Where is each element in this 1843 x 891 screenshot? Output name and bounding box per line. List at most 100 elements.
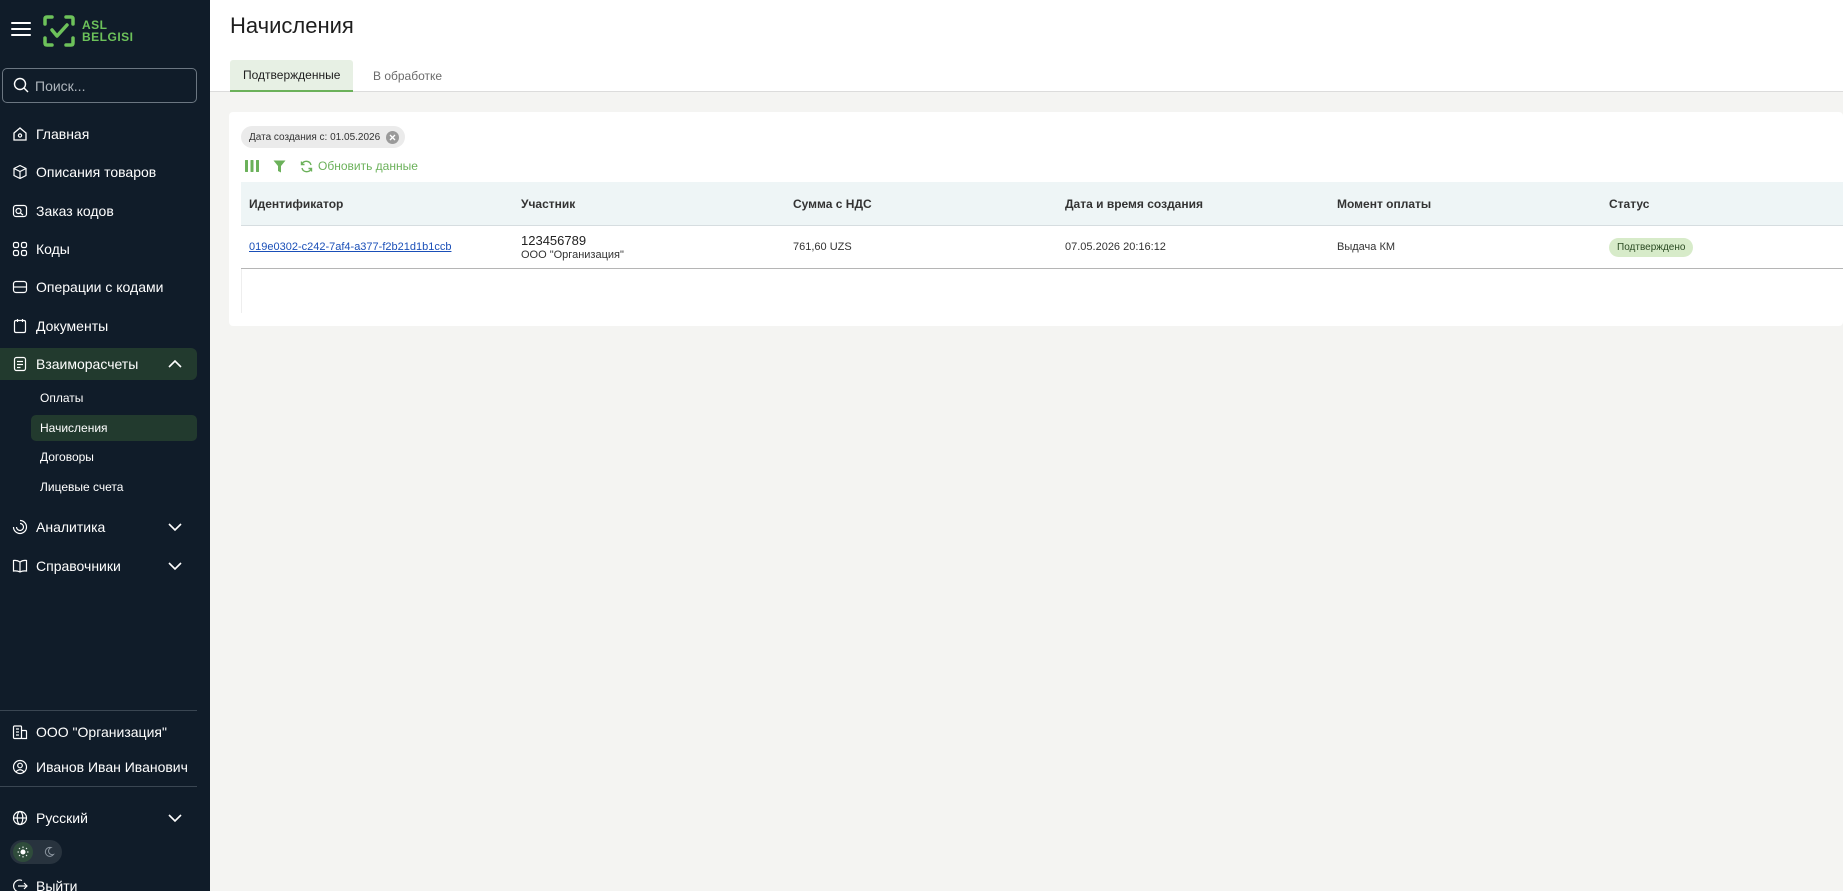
- sidebar-subitem-label: Начисления: [40, 421, 108, 435]
- sidebar-subitem-charges[interactable]: Начисления: [31, 415, 197, 441]
- organization-name: ООО "Организация": [36, 724, 167, 740]
- filter-icon: [273, 160, 286, 172]
- analytics-icon: [12, 519, 28, 535]
- tab-label: В обработке: [373, 69, 443, 83]
- tab-processing[interactable]: В обработке: [360, 60, 455, 92]
- sidebar-item-home[interactable]: Главная: [0, 118, 197, 150]
- settlements-icon: [13, 356, 27, 372]
- close-icon[interactable]: [386, 130, 400, 144]
- tab-label: Подтвержденные: [243, 68, 341, 82]
- sidebar-item-documents[interactable]: Документы: [0, 310, 197, 342]
- search-icon: [13, 77, 29, 93]
- sidebar-item-label: Документы: [36, 318, 109, 334]
- column-header[interactable]: Участник: [513, 197, 785, 211]
- charge-id-link[interactable]: 019e0302-c242-7af4-a377-f2b21d1b1ccb: [249, 241, 451, 253]
- search-box[interactable]: [2, 68, 197, 103]
- participant-inn: 123456789: [521, 233, 587, 248]
- charges-panel: Дата создания с: 01.05.2026 Обновить дан…: [229, 112, 1843, 326]
- sidebar-organization[interactable]: ООО "Организация": [0, 716, 197, 748]
- theme-toggle[interactable]: [10, 840, 62, 864]
- table-footer-space: [241, 269, 1843, 313]
- sidebar-divider: [0, 710, 197, 711]
- refresh-icon: [300, 160, 313, 172]
- user-icon: [12, 759, 28, 775]
- moon-icon[interactable]: [39, 842, 59, 862]
- cell-created: 07.05.2026 20:16:12: [1065, 241, 1166, 253]
- participant-name: ООО "Организация": [521, 249, 624, 261]
- globe-icon: [12, 810, 28, 826]
- sidebar-item-label: Заказ кодов: [36, 203, 114, 219]
- cell-payment-moment: Выдача КМ: [1337, 241, 1396, 253]
- sidebar-item-label: Аналитика: [36, 519, 106, 535]
- logo-icon: [43, 15, 75, 47]
- sidebar-item-references[interactable]: Справочники: [0, 550, 197, 582]
- filter-chip-label: Дата создания с: 01.05.2026: [249, 131, 381, 143]
- sidebar-item-label: Описания товаров: [36, 164, 157, 180]
- sidebar-subitem-label: Договоры: [40, 450, 94, 464]
- logo-text: ASL BELGISI: [82, 19, 134, 43]
- sidebar-divider: [0, 786, 197, 787]
- asl-belgisi-logo[interactable]: ASL BELGISI: [42, 14, 134, 50]
- language-selector[interactable]: Русский: [0, 802, 197, 834]
- sidebar-item-label: Коды: [36, 241, 70, 257]
- sidebar: ASL BELGISI Главная Описания товаров Зак…: [0, 0, 210, 891]
- logout-button[interactable]: Выйти: [0, 870, 197, 891]
- menu-icon[interactable]: [11, 22, 31, 38]
- search-input[interactable]: [35, 76, 190, 96]
- sidebar-item-analytics[interactable]: Аналитика: [0, 511, 197, 543]
- sidebar-subitem-payments[interactable]: Оплаты: [31, 385, 197, 411]
- language-label: Русский: [36, 810, 88, 826]
- sidebar-item-product-descriptions[interactable]: Описания товаров: [0, 156, 197, 188]
- refresh-label: Обновить данные: [318, 159, 418, 173]
- chevron-up-icon: [168, 359, 182, 368]
- column-header[interactable]: Сумма с НДС: [785, 197, 1057, 211]
- sidebar-subitem-label: Оплаты: [40, 391, 84, 405]
- page-header: Начисления Подтвержденные В обработке: [210, 0, 1843, 92]
- codes-icon: [12, 241, 28, 257]
- cell-id: 019e0302-c242-7af4-a377-f2b21d1b1ccb: [241, 241, 513, 253]
- sidebar-item-label: Операции с кодами: [36, 279, 164, 295]
- logo-text-line2: BELGISI: [82, 30, 134, 44]
- table-toolbar: Обновить данные: [245, 155, 418, 177]
- table-header: Идентификатор Участник Сумма с НДС Дата …: [241, 182, 1843, 226]
- chevron-down-icon: [168, 523, 182, 532]
- sidebar-item-label: Главная: [36, 126, 90, 142]
- sidebar-subitem-label: Лицевые счета: [40, 480, 124, 494]
- cell-participant: 123456789 ООО "Организация": [513, 233, 785, 261]
- sun-icon[interactable]: [13, 842, 33, 862]
- sidebar-user[interactable]: Иванов Иван Иванович: [0, 751, 197, 783]
- sidebar-subitem-personal-accounts[interactable]: Лицевые счета: [31, 474, 197, 500]
- columns-icon: [245, 160, 259, 172]
- book-icon: [12, 559, 28, 573]
- document-icon: [13, 319, 27, 334]
- sidebar-item-label: Взаиморасчеты: [36, 356, 139, 372]
- column-header[interactable]: Дата и время создания: [1057, 197, 1329, 211]
- filter-chip-created-date[interactable]: Дата создания с: 01.05.2026: [241, 126, 406, 148]
- cell-status: Подтверждено: [1601, 237, 1843, 257]
- code-order-icon: [12, 204, 28, 218]
- table-row: 019e0302-c242-7af4-a377-f2b21d1b1ccb 123…: [241, 226, 1843, 269]
- columns-button[interactable]: [245, 160, 259, 172]
- box-icon: [13, 164, 27, 180]
- sidebar-item-code-order[interactable]: Заказ кодов: [0, 195, 197, 227]
- charges-table: Идентификатор Участник Сумма с НДС Дата …: [241, 182, 1843, 313]
- user-name: Иванов Иван Иванович: [36, 759, 188, 775]
- sidebar-item-codes[interactable]: Коды: [0, 233, 197, 265]
- column-header[interactable]: Момент оплаты: [1329, 197, 1601, 211]
- page-title: Начисления: [230, 13, 354, 38]
- main-content: Начисления Подтвержденные В обработке Да…: [210, 0, 1843, 891]
- organization-icon: [12, 725, 28, 740]
- refresh-button[interactable]: Обновить данные: [300, 159, 418, 173]
- column-header[interactable]: Статус: [1601, 197, 1843, 211]
- tab-confirmed[interactable]: Подтвержденные: [230, 60, 354, 92]
- chevron-down-icon: [168, 814, 182, 823]
- filter-button[interactable]: [273, 160, 286, 173]
- column-header[interactable]: Идентификатор: [241, 197, 513, 211]
- sidebar-item-code-operations[interactable]: Операции с кодами: [0, 271, 197, 303]
- sidebar-item-settlements[interactable]: Взаиморасчеты: [0, 348, 197, 380]
- sidebar-header: ASL BELGISI: [0, 0, 210, 62]
- home-icon: [13, 127, 27, 141]
- sidebar-subitem-contracts[interactable]: Договоры: [31, 444, 197, 470]
- cell-amount: 761,60 UZS: [793, 241, 852, 253]
- status-badge: Подтверждено: [1609, 237, 1694, 257]
